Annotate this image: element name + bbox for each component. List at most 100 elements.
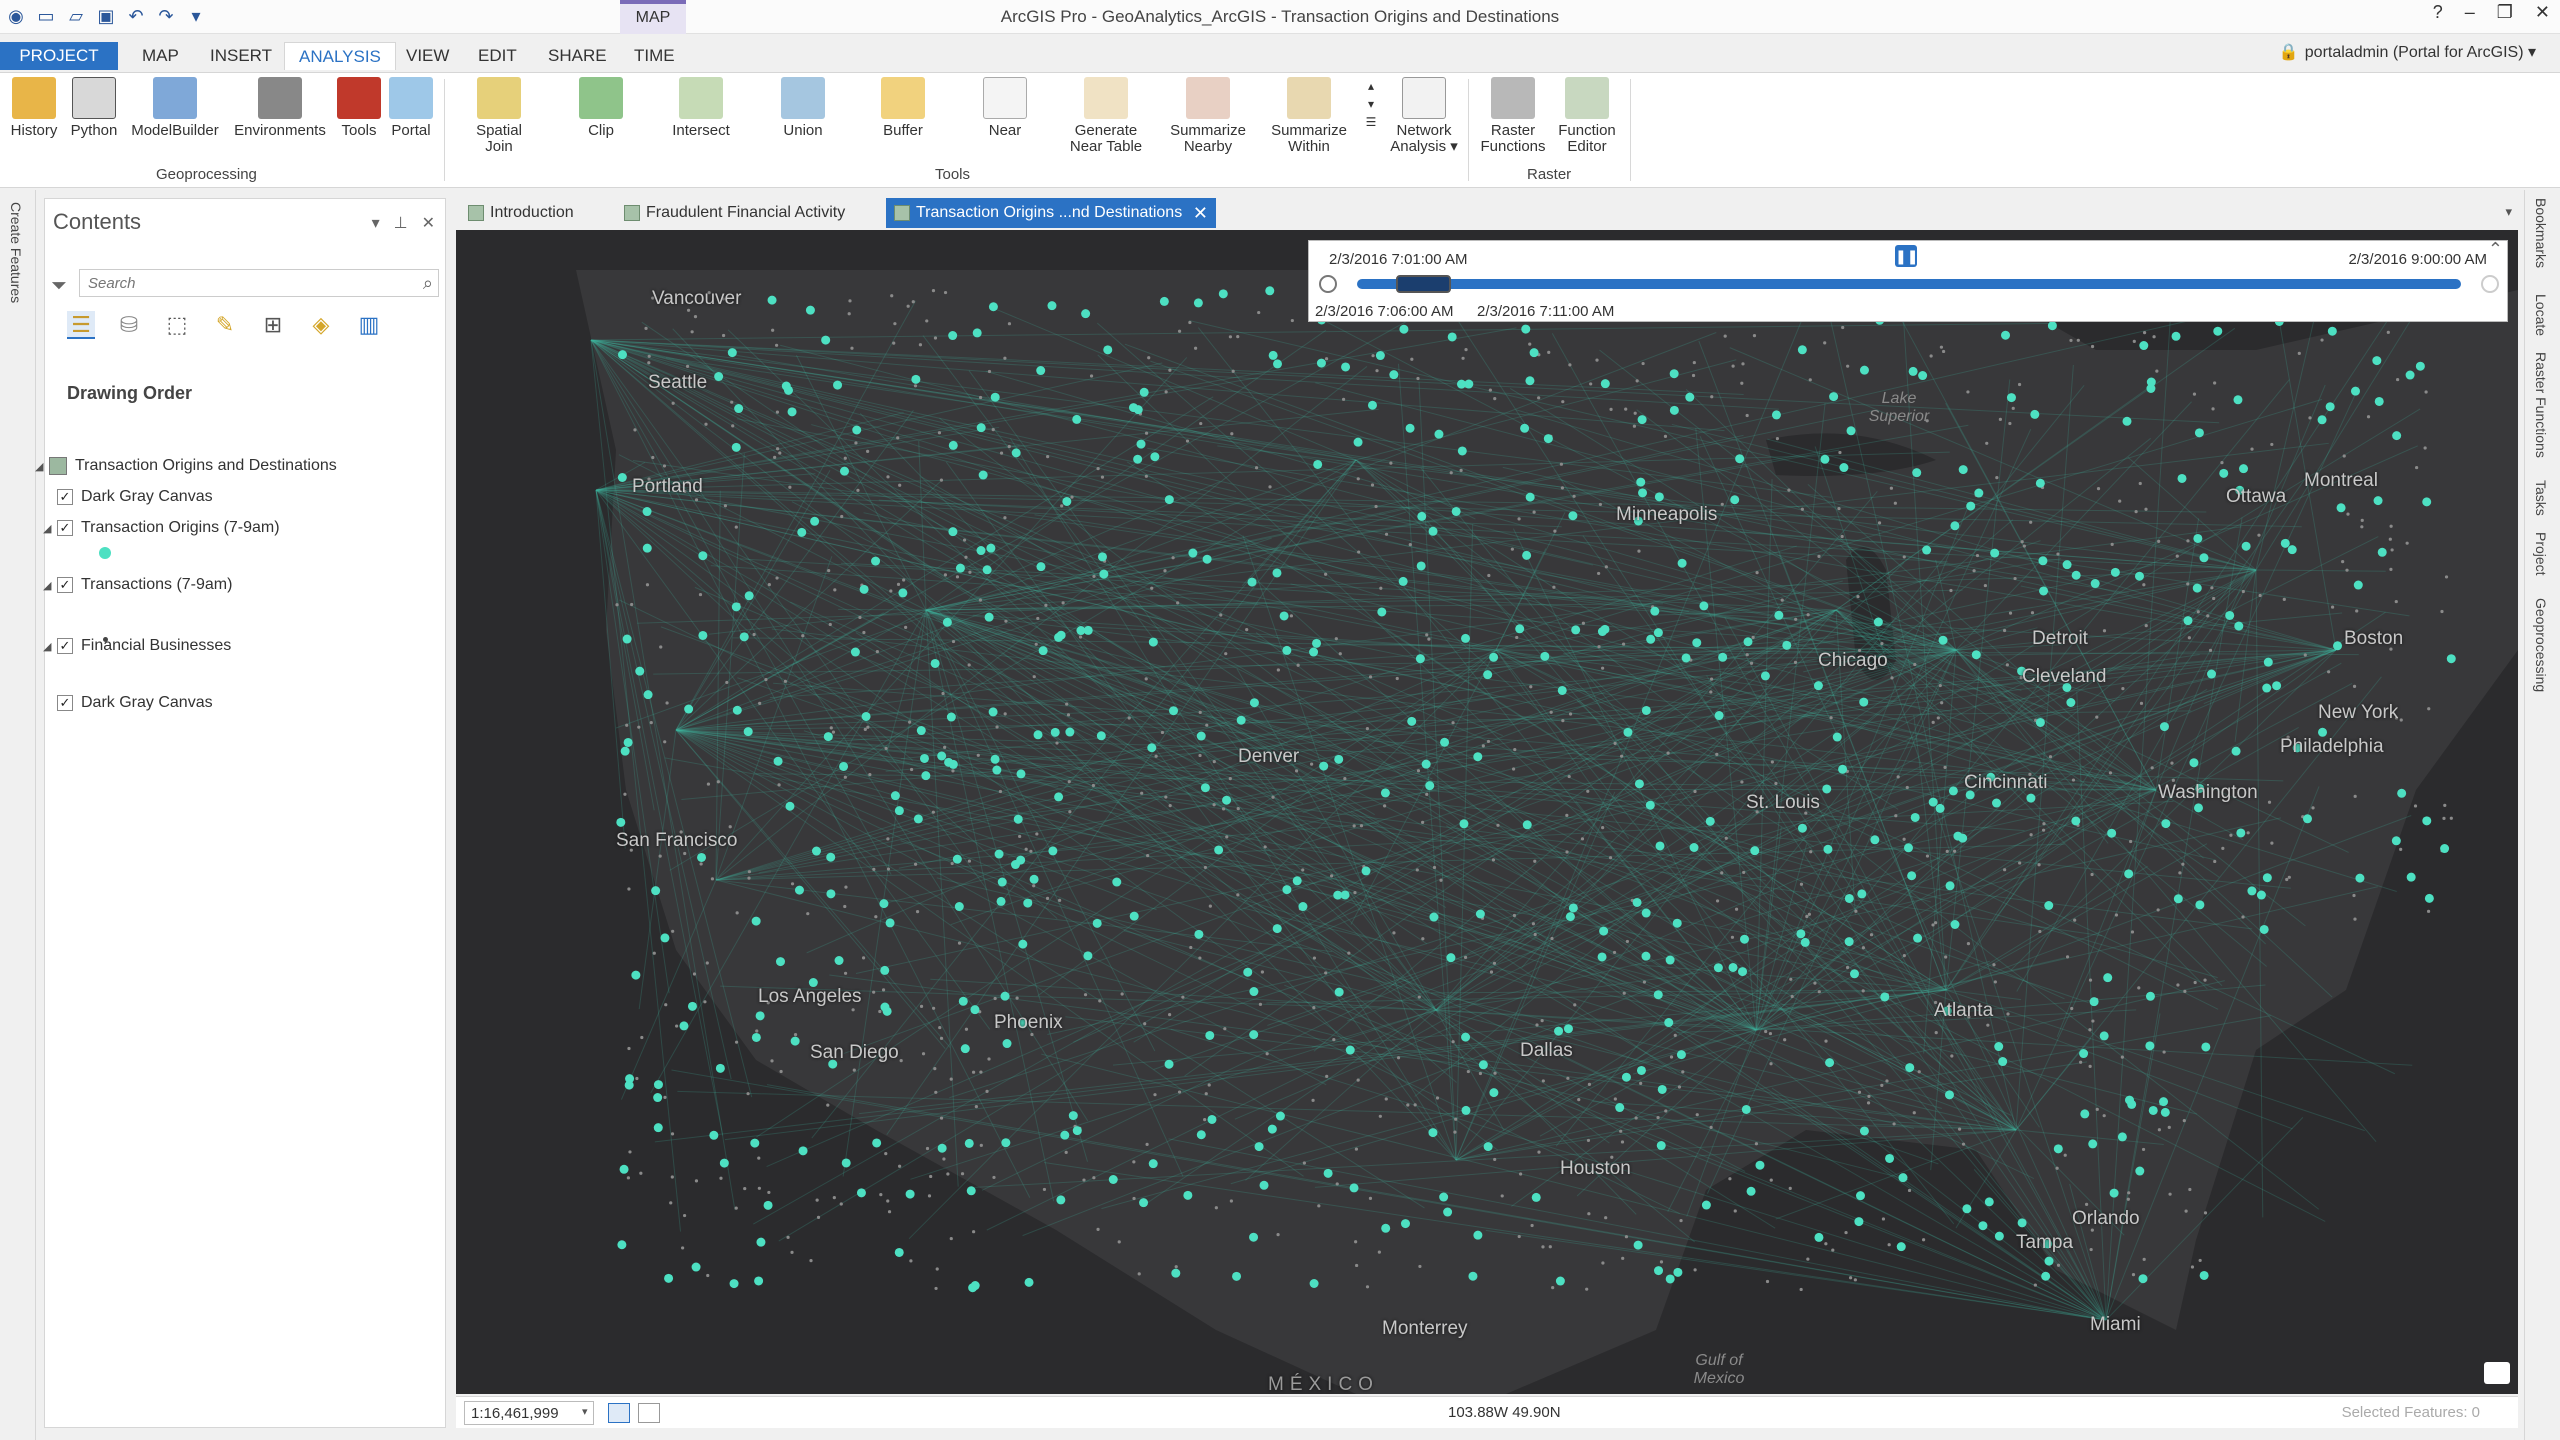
origin-point[interactable]: [2333, 641, 2343, 651]
origin-point[interactable]: [1990, 548, 2000, 558]
origin-point[interactable]: [984, 612, 994, 622]
origin-point[interactable]: [2122, 416, 2132, 426]
origin-point[interactable]: [1908, 366, 1918, 376]
locate-tab[interactable]: Locate: [2533, 294, 2549, 336]
origin-point[interactable]: [1428, 1128, 1438, 1138]
origin-point[interactable]: [617, 350, 627, 360]
origin-point[interactable]: [2192, 583, 2202, 593]
origin-point[interactable]: [2117, 1132, 2127, 1142]
pin-icon[interactable]: ⊥: [394, 213, 408, 233]
origin-point[interactable]: [2066, 698, 2076, 708]
origin-point[interactable]: [2325, 402, 2335, 412]
origin-point[interactable]: [2161, 819, 2171, 829]
origin-point[interactable]: [833, 380, 843, 390]
origin-point[interactable]: [2241, 541, 2251, 551]
origin-point[interactable]: [1334, 754, 1344, 764]
origin-point[interactable]: [1672, 918, 1682, 928]
origin-point[interactable]: [642, 543, 652, 553]
selection-icon[interactable]: ⬚: [163, 311, 191, 339]
origin-point[interactable]: [2071, 570, 2081, 580]
origin-point[interactable]: [1529, 348, 1539, 358]
origin-point[interactable]: [1636, 477, 1646, 487]
origin-point[interactable]: [1050, 727, 1060, 737]
origin-point[interactable]: [1183, 1190, 1193, 1200]
origin-point[interactable]: [2234, 621, 2244, 631]
origin-point[interactable]: [744, 591, 754, 601]
geoprocessing-tab[interactable]: Geoprocessing: [2533, 598, 2549, 692]
origin-point[interactable]: [1966, 501, 1976, 511]
clip-button[interactable]: Clip: [568, 77, 634, 139]
layer-visibility-checkbox[interactable]: ✓: [57, 520, 73, 536]
origin-point[interactable]: [1650, 606, 1660, 616]
origin-point[interactable]: [2006, 393, 2016, 403]
origin-point[interactable]: [715, 1063, 725, 1073]
origin-point[interactable]: [1854, 1217, 1864, 1227]
origin-point[interactable]: [826, 852, 836, 862]
origin-point[interactable]: [2159, 722, 2169, 732]
origin-point[interactable]: [643, 690, 653, 700]
origin-point[interactable]: [1735, 454, 1745, 464]
origin-point[interactable]: [1451, 506, 1461, 516]
scale-input[interactable]: 1:16,461,999: [464, 1401, 594, 1425]
origin-point[interactable]: [1459, 819, 1469, 829]
origin-point[interactable]: [1036, 562, 1046, 572]
origin-point[interactable]: [2199, 553, 2209, 563]
origin-point[interactable]: [1439, 1192, 1449, 1202]
origin-point[interactable]: [997, 877, 1007, 887]
origin-point[interactable]: [1000, 991, 1010, 1001]
chevron-down-icon[interactable]: ▾: [582, 1405, 588, 1418]
origin-point[interactable]: [1739, 934, 1749, 944]
origin-point[interactable]: [810, 516, 820, 526]
origin-point[interactable]: [1001, 1138, 1011, 1148]
origin-point[interactable]: [1701, 1200, 1711, 1210]
origin-point[interactable]: [739, 632, 749, 642]
origin-point[interactable]: [2406, 872, 2416, 882]
origin-point[interactable]: [2336, 503, 2346, 513]
origin-point[interactable]: [635, 666, 645, 676]
history-button[interactable]: History: [6, 77, 62, 139]
origin-point[interactable]: [1905, 1063, 1915, 1073]
tasks-tab[interactable]: Tasks: [2533, 480, 2549, 516]
origin-point[interactable]: [731, 602, 741, 612]
time-slider[interactable]: 2/3/2016 7:01:00 AM 2/3/2016 9:00:00 AM …: [1308, 239, 2508, 322]
origin-point[interactable]: [2139, 341, 2149, 351]
origin-point[interactable]: [1563, 1024, 1573, 1034]
origin-point[interactable]: [2030, 409, 2040, 419]
origin-point[interactable]: [1962, 1204, 1972, 1214]
origin-point[interactable]: [976, 423, 986, 433]
origin-point[interactable]: [1522, 820, 1532, 830]
origin-point[interactable]: [1664, 1018, 1674, 1028]
python-button[interactable]: Python: [66, 77, 122, 139]
origin-point[interactable]: [1275, 1111, 1285, 1121]
origin-point[interactable]: [727, 348, 737, 358]
origin-point[interactable]: [856, 1188, 866, 1198]
origin-point[interactable]: [1243, 967, 1253, 977]
origin-point[interactable]: [2415, 361, 2425, 371]
origin-point[interactable]: [631, 970, 641, 980]
tab-analysis[interactable]: ANALYSIS: [284, 42, 396, 70]
origin-point[interactable]: [2107, 828, 2117, 838]
origin-point[interactable]: [767, 295, 777, 305]
origin-point[interactable]: [1065, 727, 1075, 737]
origin-point[interactable]: [861, 711, 871, 721]
origin-point[interactable]: [1654, 1266, 1664, 1276]
origin-point[interactable]: [1521, 324, 1531, 334]
collapse-arrow-icon[interactable]: ◢: [43, 640, 57, 653]
origin-point[interactable]: [1873, 617, 1883, 627]
origin-point[interactable]: [2280, 538, 2290, 548]
origin-point[interactable]: [2194, 428, 2204, 438]
origin-point[interactable]: [620, 746, 630, 756]
tab-transaction-origins[interactable]: Transaction Origins ...nd Destinations ✕: [886, 198, 1216, 228]
origin-point[interactable]: [2038, 556, 2048, 566]
origin-point[interactable]: [2089, 997, 2099, 1007]
origin-point[interactable]: [1298, 902, 1308, 912]
origin-point[interactable]: [2017, 1218, 2027, 1228]
labeling-icon[interactable]: ◈: [307, 311, 335, 339]
origin-point[interactable]: [1857, 889, 1867, 899]
drawing-order-icon[interactable]: ☰: [67, 311, 95, 339]
origin-point[interactable]: [1950, 521, 1960, 531]
pause-icon[interactable]: ❚❚: [1895, 245, 1918, 267]
origin-point[interactable]: [773, 756, 783, 766]
origin-point[interactable]: [1692, 638, 1702, 648]
origin-point[interactable]: [2391, 836, 2401, 846]
